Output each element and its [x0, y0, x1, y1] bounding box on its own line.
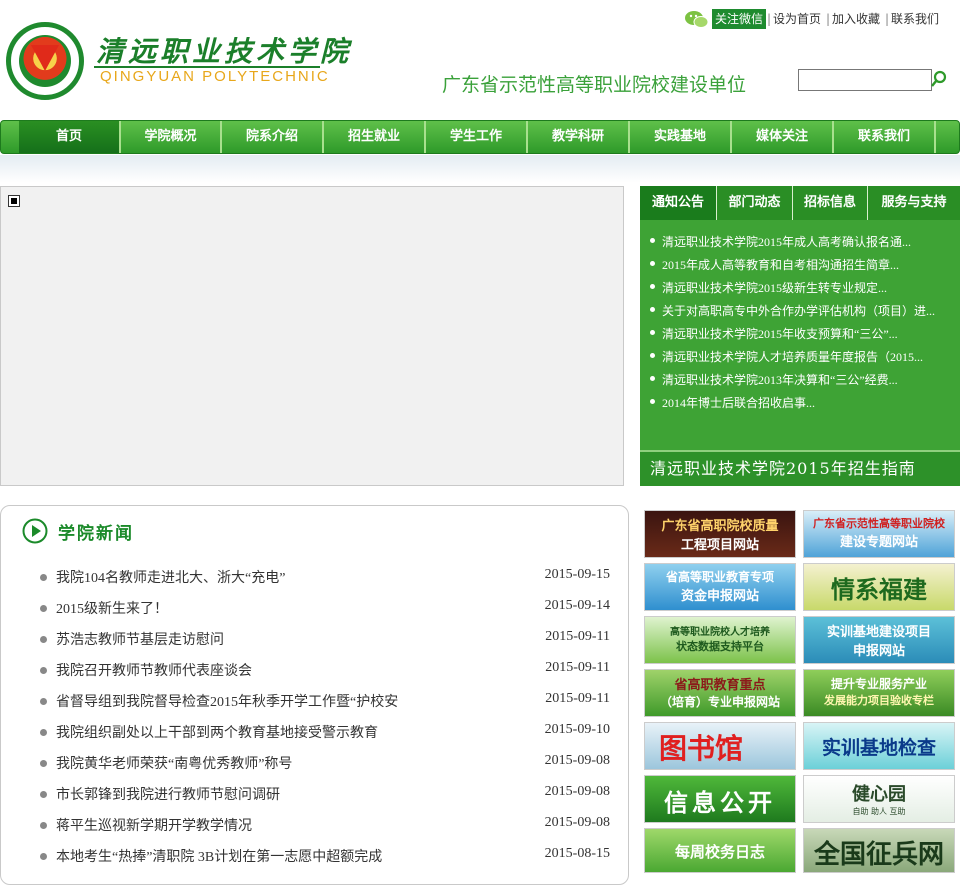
notice-item[interactable]: 2015年成人高等教育和自考相沟通招生简章...	[649, 256, 899, 273]
nav-item-overview[interactable]: 学院概况	[121, 121, 222, 153]
banner-talent-data[interactable]: 高等职业院校人才培养 状态数据支持平台	[644, 616, 796, 664]
top-separator: |	[767, 12, 772, 26]
news-title[interactable]: 我院组织副处以上干部到两个教育基地接受警示教育	[56, 722, 378, 742]
banner-library[interactable]: 图书馆	[644, 722, 796, 770]
contact-link[interactable]: 联系我们	[891, 9, 939, 29]
notice-item[interactable]: 清远职业技术学院人才培养质量年度报告（2015...	[649, 348, 923, 365]
nav-item-home[interactable]: 首页	[19, 121, 121, 153]
nav-item-practice-base[interactable]: 实践基地	[630, 121, 732, 153]
notice-item[interactable]: 清远职业技术学院2015年成人高考确认报名通...	[649, 233, 911, 250]
news-row[interactable]: 我院组织副处以上干部到两个教育基地接受警示教育 2015-09-10	[40, 722, 612, 742]
bullet-icon	[40, 853, 47, 860]
tab-services[interactable]: 服务与支持	[868, 186, 960, 220]
banner-info-disclosure[interactable]: 信息公开	[644, 775, 796, 823]
tab-notices[interactable]: 通知公告	[640, 186, 717, 220]
top-separator: |	[826, 12, 831, 26]
banner-special-funds[interactable]: 省高等职业教育专项 资金申报网站	[644, 563, 796, 611]
bullet-icon	[40, 636, 47, 643]
news-date: 2015-09-11	[545, 629, 610, 644]
nav-item-contact[interactable]: 联系我们	[834, 121, 936, 153]
news-row[interactable]: 2015级新生来了！ 2015-09-14	[40, 598, 612, 618]
news-row[interactable]: 本地考生“热捧”清职院 3B计划在第一志愿中超额完成 2015-08-15	[40, 846, 612, 866]
news-date: 2015-09-08	[544, 784, 610, 799]
news-row[interactable]: 我院黄华老师荣获“南粤优秀教师”称号 2015-09-08	[40, 753, 612, 773]
bullet-icon	[40, 760, 47, 767]
news-title[interactable]: 蒋平生巡视新学期开学教学情况	[56, 815, 252, 835]
banner-key-majors[interactable]: 省高职教育重点 （培育）专业申报网站	[644, 669, 796, 717]
tab-department-news[interactable]: 部门动态	[717, 186, 793, 220]
news-title[interactable]: 我院104名教师走进北大、浙大“充电”	[56, 567, 285, 587]
school-name-cn: 清远职业技术学院	[96, 35, 353, 68]
school-logo[interactable]	[6, 22, 84, 100]
school-name-en: QINGYUAN POLYTECHNIC	[100, 68, 330, 85]
main-nav: 首页 学院概况 院系介绍 招生就业 学生工作 教学科研 实践基地 媒体关注 联系…	[0, 120, 960, 154]
banner-fujian[interactable]: 情系福建	[803, 563, 955, 611]
nav-item-research[interactable]: 教学科研	[528, 121, 630, 153]
slideshow[interactable]	[0, 186, 624, 486]
banner-quality-project[interactable]: 广东省高职院校质量 工程项目网站	[644, 510, 796, 558]
top-separator: |	[885, 12, 890, 26]
wechat-follow-button[interactable]: 关注微信	[712, 9, 767, 29]
play-circle-icon	[22, 518, 48, 544]
news-date: 2015-09-11	[545, 691, 610, 706]
news-section-title: 学院新闻	[58, 524, 134, 544]
nav-item-media[interactable]: 媒体关注	[732, 121, 834, 153]
banner-base-inspection[interactable]: 实训基地检查	[803, 722, 955, 770]
notice-item[interactable]: 清远职业技术学院2013年决算和“三公”经费...	[650, 371, 898, 388]
slideshow-control[interactable]	[8, 195, 20, 207]
news-date: 2015-09-08	[544, 815, 610, 830]
bullet-icon	[40, 729, 47, 736]
news-row[interactable]: 我院召开教师节教师代表座谈会 2015-09-11	[40, 660, 612, 680]
banner-training-base[interactable]: 实训基地建设项目 申报网站	[803, 616, 955, 664]
news-title[interactable]: 市长郭锋到我院进行教师节慰问调研	[56, 784, 280, 804]
news-row[interactable]: 我院104名教师走进北大、浙大“充电” 2015-09-15	[40, 567, 612, 587]
bullet-icon	[40, 605, 47, 612]
bullet-icon	[40, 791, 47, 798]
slogan: 广东省示范性高等职业院校建设单位	[442, 75, 747, 96]
news-date: 2015-09-15	[544, 567, 610, 582]
news-title[interactable]: 苏浩志教师节基层走访慰问	[56, 629, 224, 649]
banner-model-college[interactable]: 广东省示范性高等职业院校 建设专题网站	[803, 510, 955, 558]
news-title[interactable]: 省督导组到我院督导检查2015年秋季开学工作暨“护校安	[56, 691, 398, 711]
notice-item[interactable]: 清远职业技术学院2015级新生转专业规定...	[649, 279, 887, 296]
news-title[interactable]: 我院黄华老师荣获“南粤优秀教师”称号	[56, 753, 292, 773]
news-row[interactable]: 省督导组到我院督导检查2015年秋季开学工作暨“护校安 2015-09-11	[40, 691, 612, 711]
nav-item-admissions[interactable]: 招生就业	[324, 121, 426, 153]
banner-mental-health[interactable]: 健心园 自助 助人 互助	[803, 775, 955, 823]
notice-item[interactable]: 关于对高职高专中外合作办学评估机构（项目）进...	[649, 302, 935, 319]
news-date: 2015-08-15	[544, 846, 610, 861]
logo-v-mark	[31, 45, 59, 71]
notice-item[interactable]: 清远职业技术学院2015年收支预算和“三公”...	[650, 325, 898, 342]
enrollment-guide-banner[interactable]: 清远职业技术学院2015年招生指南	[640, 450, 960, 486]
nav-item-departments[interactable]: 院系介绍	[222, 121, 324, 153]
tab-tenders[interactable]: 招标信息	[793, 186, 868, 220]
set-home-link[interactable]: 设为首页	[773, 9, 821, 29]
nav-shadow	[0, 155, 960, 183]
nav-item-student-affairs[interactable]: 学生工作	[426, 121, 528, 153]
banner-conscription[interactable]: 全国征兵网	[803, 828, 955, 873]
banner-weekly-log[interactable]: 每周校务日志	[644, 828, 796, 873]
wechat-icon[interactable]	[684, 9, 710, 29]
bullet-icon	[40, 667, 47, 674]
news-date: 2015-09-11	[545, 660, 610, 675]
news-date: 2015-09-14	[544, 598, 610, 613]
notice-item[interactable]: 2014年博士后联合招收启事...	[649, 394, 815, 411]
news-row[interactable]: 市长郭锋到我院进行教师节慰问调研 2015-09-08	[40, 784, 612, 804]
news-row[interactable]: 苏浩志教师节基层走访慰问 2015-09-11	[40, 629, 612, 649]
bullet-icon	[40, 822, 47, 829]
bookmark-link[interactable]: 加入收藏	[832, 9, 880, 29]
news-title[interactable]: 我院召开教师节教师代表座谈会	[56, 660, 252, 680]
news-date: 2015-09-08	[544, 753, 610, 768]
search-input[interactable]	[798, 69, 932, 91]
search-icon[interactable]	[930, 69, 948, 89]
banner-service-capability[interactable]: 提升专业服务产业 发展能力项目验收专栏	[803, 669, 955, 717]
bullet-icon	[40, 698, 47, 705]
news-date: 2015-09-10	[544, 722, 610, 737]
news-title[interactable]: 本地考生“热捧”清职院 3B计划在第一志愿中超额完成	[56, 846, 382, 866]
news-title[interactable]: 2015级新生来了！	[56, 598, 168, 618]
bullet-icon	[40, 574, 47, 581]
news-row[interactable]: 蒋平生巡视新学期开学教学情况 2015-09-08	[40, 815, 612, 835]
